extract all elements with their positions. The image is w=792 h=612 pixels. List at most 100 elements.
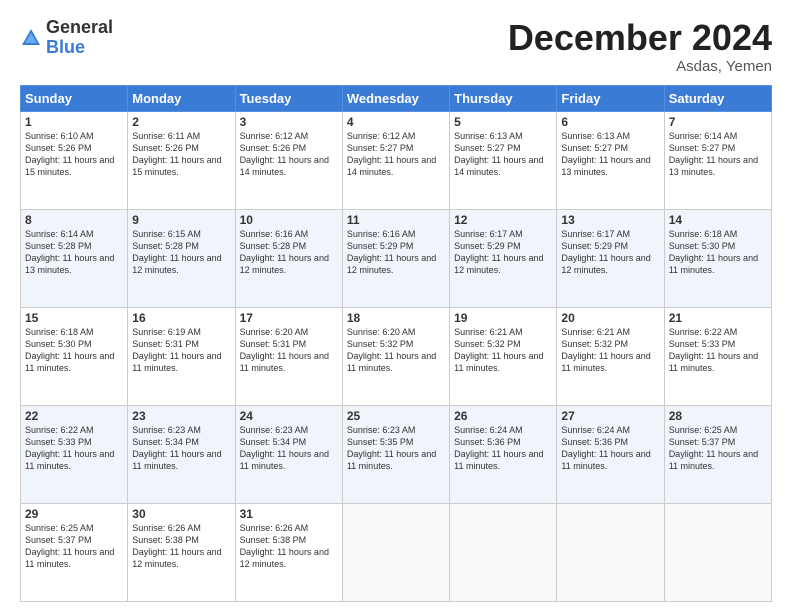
- day-number: 13: [561, 213, 659, 227]
- cell-info: Sunrise: 6:24 AMSunset: 5:36 PMDaylight:…: [454, 424, 552, 473]
- calendar-header-row: SundayMondayTuesdayWednesdayThursdayFrid…: [21, 85, 772, 111]
- cell-info: Sunrise: 6:23 AMSunset: 5:35 PMDaylight:…: [347, 424, 445, 473]
- day-number: 11: [347, 213, 445, 227]
- cell-info: Sunrise: 6:16 AMSunset: 5:29 PMDaylight:…: [347, 228, 445, 277]
- calendar-cell: 24Sunrise: 6:23 AMSunset: 5:34 PMDayligh…: [235, 405, 342, 503]
- calendar-cell: [450, 503, 557, 601]
- cell-info: Sunrise: 6:13 AMSunset: 5:27 PMDaylight:…: [454, 130, 552, 179]
- cell-info: Sunrise: 6:15 AMSunset: 5:28 PMDaylight:…: [132, 228, 230, 277]
- day-number: 1: [25, 115, 123, 129]
- calendar-cell: 9Sunrise: 6:15 AMSunset: 5:28 PMDaylight…: [128, 209, 235, 307]
- day-number: 30: [132, 507, 230, 521]
- day-number: 12: [454, 213, 552, 227]
- cell-info: Sunrise: 6:25 AMSunset: 5:37 PMDaylight:…: [669, 424, 767, 473]
- cell-info: Sunrise: 6:16 AMSunset: 5:28 PMDaylight:…: [240, 228, 338, 277]
- day-number: 4: [347, 115, 445, 129]
- header: General Blue December 2024 Asdas, Yemen: [20, 18, 772, 75]
- day-number: 7: [669, 115, 767, 129]
- day-number: 24: [240, 409, 338, 423]
- day-number: 14: [669, 213, 767, 227]
- calendar-cell: 10Sunrise: 6:16 AMSunset: 5:28 PMDayligh…: [235, 209, 342, 307]
- calendar-cell: 22Sunrise: 6:22 AMSunset: 5:33 PMDayligh…: [21, 405, 128, 503]
- calendar-cell: 2Sunrise: 6:11 AMSunset: 5:26 PMDaylight…: [128, 111, 235, 209]
- calendar-week-row: 15Sunrise: 6:18 AMSunset: 5:30 PMDayligh…: [21, 307, 772, 405]
- page: General Blue December 2024 Asdas, Yemen …: [0, 0, 792, 612]
- cell-info: Sunrise: 6:24 AMSunset: 5:36 PMDaylight:…: [561, 424, 659, 473]
- calendar-cell: 13Sunrise: 6:17 AMSunset: 5:29 PMDayligh…: [557, 209, 664, 307]
- cell-info: Sunrise: 6:21 AMSunset: 5:32 PMDaylight:…: [561, 326, 659, 375]
- month-title: December 2024: [508, 18, 772, 58]
- cell-info: Sunrise: 6:25 AMSunset: 5:37 PMDaylight:…: [25, 522, 123, 571]
- cell-info: Sunrise: 6:20 AMSunset: 5:32 PMDaylight:…: [347, 326, 445, 375]
- cell-info: Sunrise: 6:26 AMSunset: 5:38 PMDaylight:…: [132, 522, 230, 571]
- title-section: December 2024 Asdas, Yemen: [508, 18, 772, 75]
- day-header-thursday: Thursday: [450, 85, 557, 111]
- calendar-cell: 16Sunrise: 6:19 AMSunset: 5:31 PMDayligh…: [128, 307, 235, 405]
- day-number: 3: [240, 115, 338, 129]
- day-header-friday: Friday: [557, 85, 664, 111]
- calendar-cell: 11Sunrise: 6:16 AMSunset: 5:29 PMDayligh…: [342, 209, 449, 307]
- calendar-cell: 27Sunrise: 6:24 AMSunset: 5:36 PMDayligh…: [557, 405, 664, 503]
- day-number: 27: [561, 409, 659, 423]
- calendar-cell: 1Sunrise: 6:10 AMSunset: 5:26 PMDaylight…: [21, 111, 128, 209]
- cell-info: Sunrise: 6:14 AMSunset: 5:28 PMDaylight:…: [25, 228, 123, 277]
- calendar-cell: 14Sunrise: 6:18 AMSunset: 5:30 PMDayligh…: [664, 209, 771, 307]
- day-number: 21: [669, 311, 767, 325]
- calendar-week-row: 22Sunrise: 6:22 AMSunset: 5:33 PMDayligh…: [21, 405, 772, 503]
- calendar-week-row: 1Sunrise: 6:10 AMSunset: 5:26 PMDaylight…: [21, 111, 772, 209]
- calendar-cell: 15Sunrise: 6:18 AMSunset: 5:30 PMDayligh…: [21, 307, 128, 405]
- cell-info: Sunrise: 6:11 AMSunset: 5:26 PMDaylight:…: [132, 130, 230, 179]
- calendar-cell: 21Sunrise: 6:22 AMSunset: 5:33 PMDayligh…: [664, 307, 771, 405]
- day-number: 23: [132, 409, 230, 423]
- logo: General Blue: [20, 18, 113, 58]
- cell-info: Sunrise: 6:17 AMSunset: 5:29 PMDaylight:…: [561, 228, 659, 277]
- day-number: 28: [669, 409, 767, 423]
- cell-info: Sunrise: 6:18 AMSunset: 5:30 PMDaylight:…: [25, 326, 123, 375]
- calendar-cell: 26Sunrise: 6:24 AMSunset: 5:36 PMDayligh…: [450, 405, 557, 503]
- calendar-cell: 29Sunrise: 6:25 AMSunset: 5:37 PMDayligh…: [21, 503, 128, 601]
- calendar-cell: 12Sunrise: 6:17 AMSunset: 5:29 PMDayligh…: [450, 209, 557, 307]
- calendar-cell: 19Sunrise: 6:21 AMSunset: 5:32 PMDayligh…: [450, 307, 557, 405]
- cell-info: Sunrise: 6:12 AMSunset: 5:26 PMDaylight:…: [240, 130, 338, 179]
- calendar-cell: [342, 503, 449, 601]
- location: Asdas, Yemen: [508, 58, 772, 75]
- calendar-table: SundayMondayTuesdayWednesdayThursdayFrid…: [20, 85, 772, 602]
- cell-info: Sunrise: 6:26 AMSunset: 5:38 PMDaylight:…: [240, 522, 338, 571]
- day-header-tuesday: Tuesday: [235, 85, 342, 111]
- day-number: 18: [347, 311, 445, 325]
- logo-blue-text: Blue: [46, 38, 113, 58]
- cell-info: Sunrise: 6:13 AMSunset: 5:27 PMDaylight:…: [561, 130, 659, 179]
- cell-info: Sunrise: 6:23 AMSunset: 5:34 PMDaylight:…: [240, 424, 338, 473]
- day-number: 15: [25, 311, 123, 325]
- day-number: 10: [240, 213, 338, 227]
- day-header-monday: Monday: [128, 85, 235, 111]
- calendar-cell: 6Sunrise: 6:13 AMSunset: 5:27 PMDaylight…: [557, 111, 664, 209]
- day-header-sunday: Sunday: [21, 85, 128, 111]
- calendar-cell: [557, 503, 664, 601]
- day-number: 22: [25, 409, 123, 423]
- calendar-cell: 25Sunrise: 6:23 AMSunset: 5:35 PMDayligh…: [342, 405, 449, 503]
- cell-info: Sunrise: 6:14 AMSunset: 5:27 PMDaylight:…: [669, 130, 767, 179]
- calendar-cell: 30Sunrise: 6:26 AMSunset: 5:38 PMDayligh…: [128, 503, 235, 601]
- day-number: 17: [240, 311, 338, 325]
- day-number: 29: [25, 507, 123, 521]
- logo-icon: [20, 27, 42, 49]
- cell-info: Sunrise: 6:21 AMSunset: 5:32 PMDaylight:…: [454, 326, 552, 375]
- day-number: 25: [347, 409, 445, 423]
- cell-info: Sunrise: 6:12 AMSunset: 5:27 PMDaylight:…: [347, 130, 445, 179]
- calendar-week-row: 8Sunrise: 6:14 AMSunset: 5:28 PMDaylight…: [21, 209, 772, 307]
- calendar-cell: 28Sunrise: 6:25 AMSunset: 5:37 PMDayligh…: [664, 405, 771, 503]
- cell-info: Sunrise: 6:19 AMSunset: 5:31 PMDaylight:…: [132, 326, 230, 375]
- day-number: 16: [132, 311, 230, 325]
- logo-general-text: General: [46, 18, 113, 38]
- day-number: 5: [454, 115, 552, 129]
- cell-info: Sunrise: 6:18 AMSunset: 5:30 PMDaylight:…: [669, 228, 767, 277]
- calendar-cell: 3Sunrise: 6:12 AMSunset: 5:26 PMDaylight…: [235, 111, 342, 209]
- day-number: 26: [454, 409, 552, 423]
- calendar-cell: 20Sunrise: 6:21 AMSunset: 5:32 PMDayligh…: [557, 307, 664, 405]
- calendar-cell: 31Sunrise: 6:26 AMSunset: 5:38 PMDayligh…: [235, 503, 342, 601]
- calendar-cell: [664, 503, 771, 601]
- calendar-week-row: 29Sunrise: 6:25 AMSunset: 5:37 PMDayligh…: [21, 503, 772, 601]
- day-number: 31: [240, 507, 338, 521]
- day-number: 2: [132, 115, 230, 129]
